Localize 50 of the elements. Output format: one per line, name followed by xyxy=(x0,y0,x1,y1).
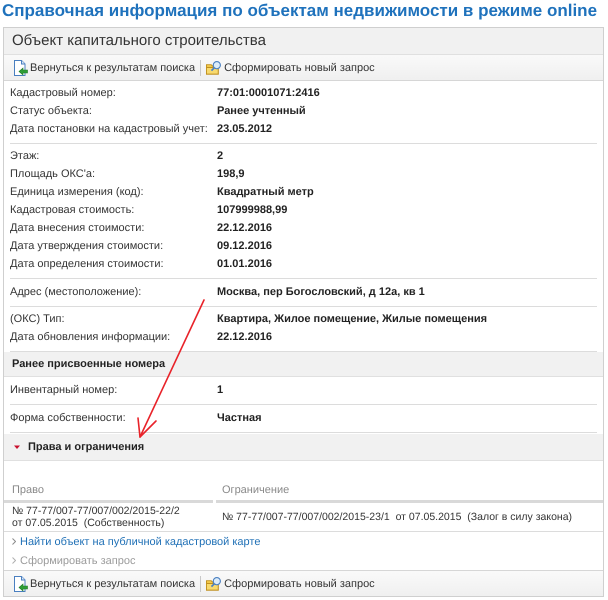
field-label: Адрес (местоположение): xyxy=(10,285,142,300)
table-cell-text: № 77-77/007-77/007/002/2015-22/2 от 07.05.2015 (Собственность) xyxy=(11,504,181,531)
field-value: 22.12.2016 xyxy=(217,221,272,236)
field-label: Площадь ОКС'а: xyxy=(10,167,96,182)
document-arrow-icon xyxy=(12,576,28,592)
field-label: Дата утверждения стоимости: xyxy=(10,239,164,254)
new-request-button[interactable]: Сформировать новый запрос xyxy=(203,574,378,594)
chevron-icon xyxy=(12,557,16,564)
field-value: Частная xyxy=(217,411,262,426)
field-label: (ОКС) Тип: xyxy=(10,312,66,327)
field-value: 01.01.2016 xyxy=(217,257,272,272)
field-label: Статус объекта: xyxy=(10,104,93,119)
field-label: Дата внесения стоимости: xyxy=(10,221,146,236)
field-value: 198,9 xyxy=(217,167,245,182)
field-value: Ранее учтенный xyxy=(217,104,306,119)
text-link[interactable]: Найти объект на публичной кадастровой карте xyxy=(12,536,260,548)
column-header: Ограничение xyxy=(216,481,603,503)
section-heading: Ранее присвоенные номера xyxy=(4,352,603,377)
section-toggle[interactable]: Права и ограничения xyxy=(4,434,603,461)
field-label: Инвентарный номер: xyxy=(10,383,118,398)
field-label: Дата определения стоимости: xyxy=(10,257,165,272)
panel-title: Объект капитального строительства xyxy=(4,28,603,55)
field-value: Квартира, Жилое помещение, Жилые помещения xyxy=(217,312,488,327)
field-label: Форма собственности: xyxy=(10,411,127,426)
field-value: Квадратный метр xyxy=(217,185,314,200)
field-value: 09.12.2016 xyxy=(217,239,272,254)
chevron-icon xyxy=(12,538,16,545)
document-arrow-icon xyxy=(12,60,28,76)
column-header: Право xyxy=(4,481,213,503)
disabled-link: Сформировать запрос xyxy=(12,554,136,566)
field-label: Кадастровая стоимость: xyxy=(10,203,136,218)
field-label: Этаж: xyxy=(10,149,40,164)
folder-magnifier-icon xyxy=(206,60,222,76)
field-label: Единица измерения (код): xyxy=(10,185,145,200)
field-value: 77:01:0001071:2416 xyxy=(217,86,320,101)
field-label: Дата обновления информации: xyxy=(10,330,172,345)
field-value: 107999988,99 xyxy=(217,203,288,218)
field-value: 23.05.2012 xyxy=(217,122,272,137)
field-label: Дата постановки на кадастровый учет: xyxy=(10,122,209,137)
field-label: Кадастровый номер: xyxy=(10,86,117,101)
folder-magnifier-icon xyxy=(206,576,222,592)
page-title: Справочная информация по объектам недвижимости в режиме online xyxy=(1,0,598,22)
field-value: Москва, пер Богословский, д 12а, кв 1 xyxy=(217,285,425,300)
back-button[interactable]: Вернуться к результатам поиска xyxy=(9,58,198,78)
field-value: 1 xyxy=(217,383,224,398)
back-button[interactable]: Вернуться к результатам поиска xyxy=(9,574,198,594)
new-request-button[interactable]: Сформировать новый запрос xyxy=(203,58,378,78)
table-cell-text: № 77-77/007-77/007/002/2015-23/1 от 07.05.2015 (Залог в силу закона) xyxy=(221,510,574,525)
field-value: 2 xyxy=(217,149,224,164)
field-value: 22.12.2016 xyxy=(217,330,272,345)
